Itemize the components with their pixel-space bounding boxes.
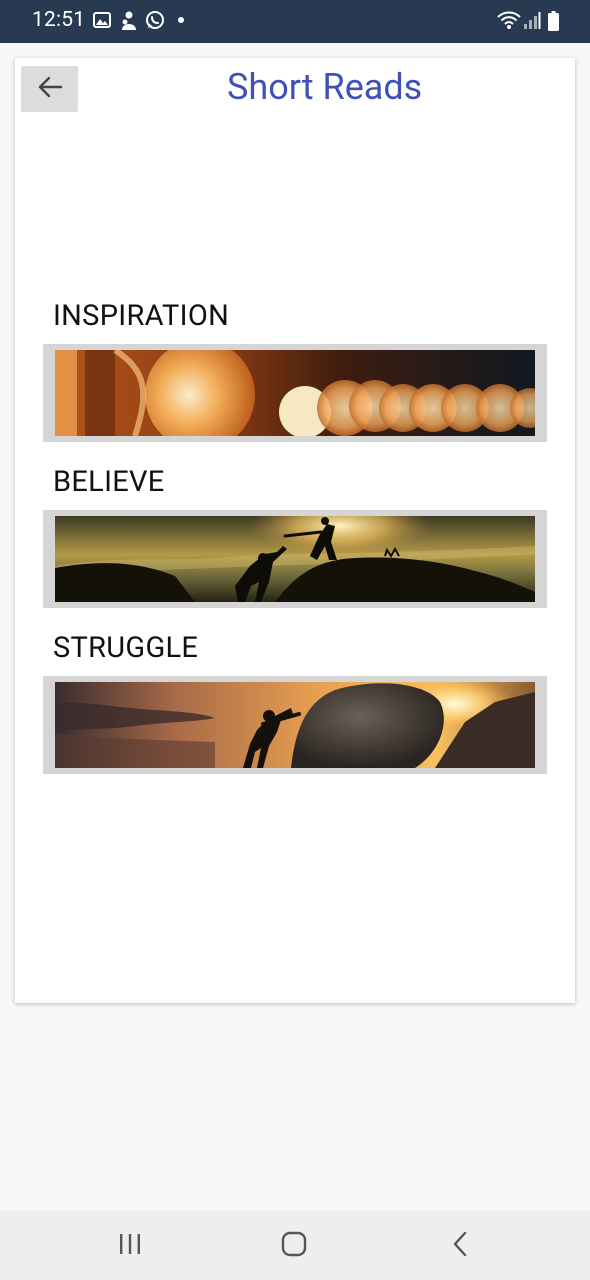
believe-image xyxy=(55,516,535,602)
status-time: 12:51 xyxy=(32,8,86,32)
notification-dot xyxy=(178,17,184,23)
recents-icon xyxy=(118,1233,142,1259)
home-icon xyxy=(281,1231,307,1261)
gallery-icon xyxy=(93,12,111,32)
back-button[interactable] xyxy=(21,66,78,112)
back-nav-button[interactable] xyxy=(420,1211,500,1280)
wifi-icon xyxy=(497,10,521,34)
page-title: Short Reads xyxy=(227,66,423,108)
back-icon xyxy=(452,1231,468,1261)
profile-icon xyxy=(120,11,138,35)
recents-button[interactable] xyxy=(90,1211,170,1280)
inspiration-banner[interactable] xyxy=(43,344,547,442)
section-label-struggle: STRUGGLE xyxy=(53,631,199,665)
struggle-image xyxy=(55,682,535,768)
content-card: Short Reads INSPIRATION BELIEVE STRUGGLE xyxy=(15,58,575,1003)
section-label-believe: BELIEVE xyxy=(53,465,165,499)
section-label-inspiration: INSPIRATION xyxy=(53,299,230,333)
navigation-bar xyxy=(0,1211,590,1280)
status-bar: 12:51 xyxy=(0,0,590,43)
struggle-banner[interactable] xyxy=(43,676,547,774)
arrow-left-icon xyxy=(37,76,63,102)
whatsapp-icon xyxy=(145,10,165,34)
signal-icon xyxy=(523,12,541,34)
home-button[interactable] xyxy=(254,1211,334,1280)
believe-banner[interactable] xyxy=(43,510,547,608)
battery-icon xyxy=(548,11,559,35)
inspiration-image xyxy=(55,350,535,436)
